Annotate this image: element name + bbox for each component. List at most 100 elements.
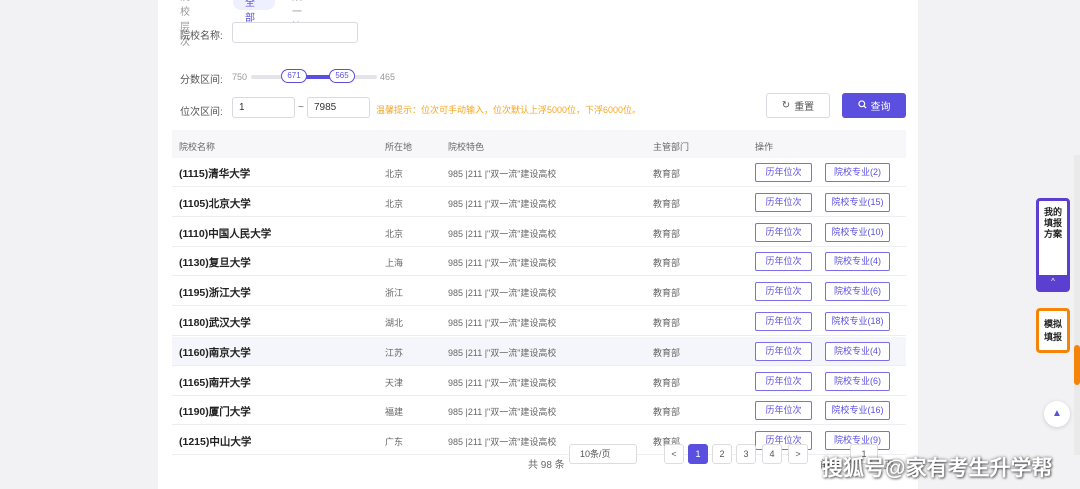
school-majors-button[interactable]: 院校专业(2) xyxy=(825,163,890,182)
page-3[interactable]: 3 xyxy=(736,444,756,464)
school-location: 浙江 xyxy=(385,288,404,299)
my-plan-label: 我的填报方案 xyxy=(1043,207,1062,239)
history-rank-button[interactable]: 历年位次 xyxy=(755,401,812,421)
history-rank-button[interactable]: 历年位次 xyxy=(755,341,812,361)
school-name[interactable]: (1215)中山大学 xyxy=(179,434,251,449)
school-name[interactable]: (1195)浙江大学 xyxy=(179,285,251,300)
score-range-label: 分数区间: xyxy=(180,75,223,86)
table-row: (1115)清华大学 北京 985 |211 |"双一流"建设高校 教育部 历年位次 院校… xyxy=(172,158,906,187)
next-page-button[interactable]: > xyxy=(788,444,808,464)
school-majors-button[interactable]: 院校专业(16) xyxy=(825,401,890,421)
school-features: 985 |211 |"双一流"建设高校 xyxy=(448,169,557,179)
history-rank-button[interactable]: 历年位次 xyxy=(755,252,812,272)
level-option-all[interactable]: 全部 xyxy=(233,0,275,24)
page-4[interactable]: 4 xyxy=(762,444,782,464)
page-1[interactable]: 1 xyxy=(688,444,708,464)
table-row: (1105)北京大学 北京 985 |211 |"双一流"建设高校 教育部 历年位次 院校… xyxy=(172,187,906,217)
rank-range-label: 位次区间: xyxy=(180,107,223,118)
table-row: (1160)南京大学 江苏 985 |211 |"双一流"建设高校 教育部 历年位次 院校… xyxy=(172,336,906,366)
score-handle-high[interactable]: 565 xyxy=(329,69,355,83)
scrollbar-thumb[interactable] xyxy=(1074,345,1080,385)
school-name[interactable]: (1160)南京大学 xyxy=(179,345,251,360)
history-rank-button[interactable]: 历年位次 xyxy=(755,192,812,212)
school-name[interactable]: (1110)中国人民大学 xyxy=(179,226,271,241)
school-majors-button[interactable]: 院校专业(10) xyxy=(825,222,890,242)
school-location: 福建 xyxy=(385,407,404,418)
th-school: 院校名称 xyxy=(179,142,216,152)
back-to-top-button[interactable]: ▲ xyxy=(1044,401,1070,427)
chevron-up-icon: ^ xyxy=(1039,275,1067,289)
school-features: 985 |211 |"双一流"建设高校 xyxy=(448,347,557,358)
school-name-label: 院校名称: xyxy=(180,31,223,42)
school-dept: 教育部 xyxy=(653,169,681,179)
my-plan-button[interactable]: 我的填报方案 ^ xyxy=(1036,198,1070,292)
school-features: 985 |211 |"双一流"建设高校 xyxy=(448,377,557,388)
page-size-select[interactable]: 10条/页 xyxy=(569,444,637,464)
table-header: 院校名称 所在地 院校特色 主管部门 操作 xyxy=(172,130,906,158)
reset-button[interactable]: ↻ 重置 xyxy=(766,93,830,118)
school-features: 985 |211 |"双一流"建设高校 xyxy=(448,198,557,209)
school-location: 江苏 xyxy=(385,347,404,358)
prev-page-button[interactable]: < xyxy=(664,444,684,464)
school-features: 985 |211 |"双一流"建设高校 xyxy=(448,228,557,239)
school-name[interactable]: (1105)北京大学 xyxy=(179,196,251,211)
rank-tip: 温馨提示：位次可手动输入，位次默认上浮5000位，下浮6000位。 xyxy=(376,105,642,115)
table-row: (1190)厦门大学 福建 985 |211 |"双一流"建设高校 教育部 历年位次 院校… xyxy=(172,396,906,426)
school-majors-button[interactable]: 院校专业(6) xyxy=(825,282,890,302)
history-rank-button[interactable]: 历年位次 xyxy=(755,282,812,302)
rank-from-input[interactable] xyxy=(232,97,295,118)
school-majors-button[interactable]: 院校专业(18) xyxy=(825,312,890,331)
table-row: (1130)复旦大学 上海 985 |211 |"双一流"建设高校 教育部 历年位次 院校… xyxy=(172,247,906,277)
school-majors-button[interactable]: 院校专业(4) xyxy=(825,341,890,361)
school-name[interactable]: (1190)厦门大学 xyxy=(179,404,251,419)
score-slider-track[interactable] xyxy=(251,75,377,79)
page-2[interactable]: 2 xyxy=(712,444,732,464)
history-rank-button[interactable]: 历年位次 xyxy=(755,312,812,331)
school-name[interactable]: (1180)武汉大学 xyxy=(179,315,251,330)
school-dept: 教育部 xyxy=(653,318,681,328)
school-location: 上海 xyxy=(385,258,404,269)
score-max: 750 xyxy=(232,72,248,82)
school-name[interactable]: (1165)南开大学 xyxy=(179,375,251,390)
school-majors-button[interactable]: 院校专业(15) xyxy=(825,192,890,212)
school-name[interactable]: (1130)复旦大学 xyxy=(179,255,251,270)
th-features: 院校特色 xyxy=(448,142,485,152)
history-rank-button[interactable]: 历年位次 xyxy=(755,222,812,242)
th-actions: 操作 xyxy=(755,142,774,152)
school-location: 北京 xyxy=(385,198,404,209)
rank-tilde: ~ xyxy=(298,102,304,113)
school-dept: 教育部 xyxy=(653,198,681,209)
table-row: (1165)南开大学 天津 985 |211 |"双一流"建设高校 教育部 历年位次 院校… xyxy=(172,366,906,396)
score-handle-low[interactable]: 671 xyxy=(281,69,307,83)
simulate-fill-button[interactable]: 模拟填报 xyxy=(1036,308,1070,353)
school-features: 985 |211 |"双一流"建设高校 xyxy=(448,407,557,418)
school-dept: 教育部 xyxy=(653,407,681,418)
rank-to-input[interactable] xyxy=(307,97,370,118)
table-row: (1110)中国人民大学 北京 985 |211 |"双一流"建设高校 教育部 历年位次… xyxy=(172,217,906,247)
pagination-total: 共 98 条 xyxy=(528,460,565,471)
school-location: 湖北 xyxy=(385,318,404,328)
school-features: 985 |211 |"双一流"建设高校 xyxy=(448,318,557,328)
query-label: 查询 xyxy=(870,102,891,113)
history-rank-button[interactable]: 历年位次 xyxy=(755,371,812,391)
school-location: 天津 xyxy=(385,377,404,388)
th-location: 所在地 xyxy=(385,142,413,152)
school-features: 985 |211 |"双一流"建设高校 xyxy=(448,258,557,269)
school-majors-button[interactable]: 院校专业(4) xyxy=(825,252,890,272)
reset-label: 重置 xyxy=(794,102,815,113)
history-rank-button[interactable]: 历年位次 xyxy=(755,163,812,182)
scrollbar-track[interactable] xyxy=(1074,155,1080,455)
arrow-up-icon: ▲ xyxy=(1052,408,1062,419)
school-majors-button[interactable]: 院校专业(6) xyxy=(825,371,890,391)
query-button[interactable]: 查询 xyxy=(842,93,906,118)
school-name[interactable]: (1115)清华大学 xyxy=(179,166,250,181)
table-row: (1195)浙江大学 浙江 985 |211 |"双一流"建设高校 教育部 历年位次 院校… xyxy=(172,277,906,307)
school-dept: 教育部 xyxy=(653,258,681,269)
school-dept: 教育部 xyxy=(653,347,681,358)
school-location: 广东 xyxy=(385,437,404,448)
simulate-label: 模拟填报 xyxy=(1043,319,1062,342)
school-dept: 教育部 xyxy=(653,228,681,239)
school-name-input[interactable] xyxy=(232,22,358,43)
filter-card: 院校层次 全部 双一流 985 211 院校名称: 分数区间: 750 671 … xyxy=(158,0,918,489)
school-location: 北京 xyxy=(385,169,404,179)
